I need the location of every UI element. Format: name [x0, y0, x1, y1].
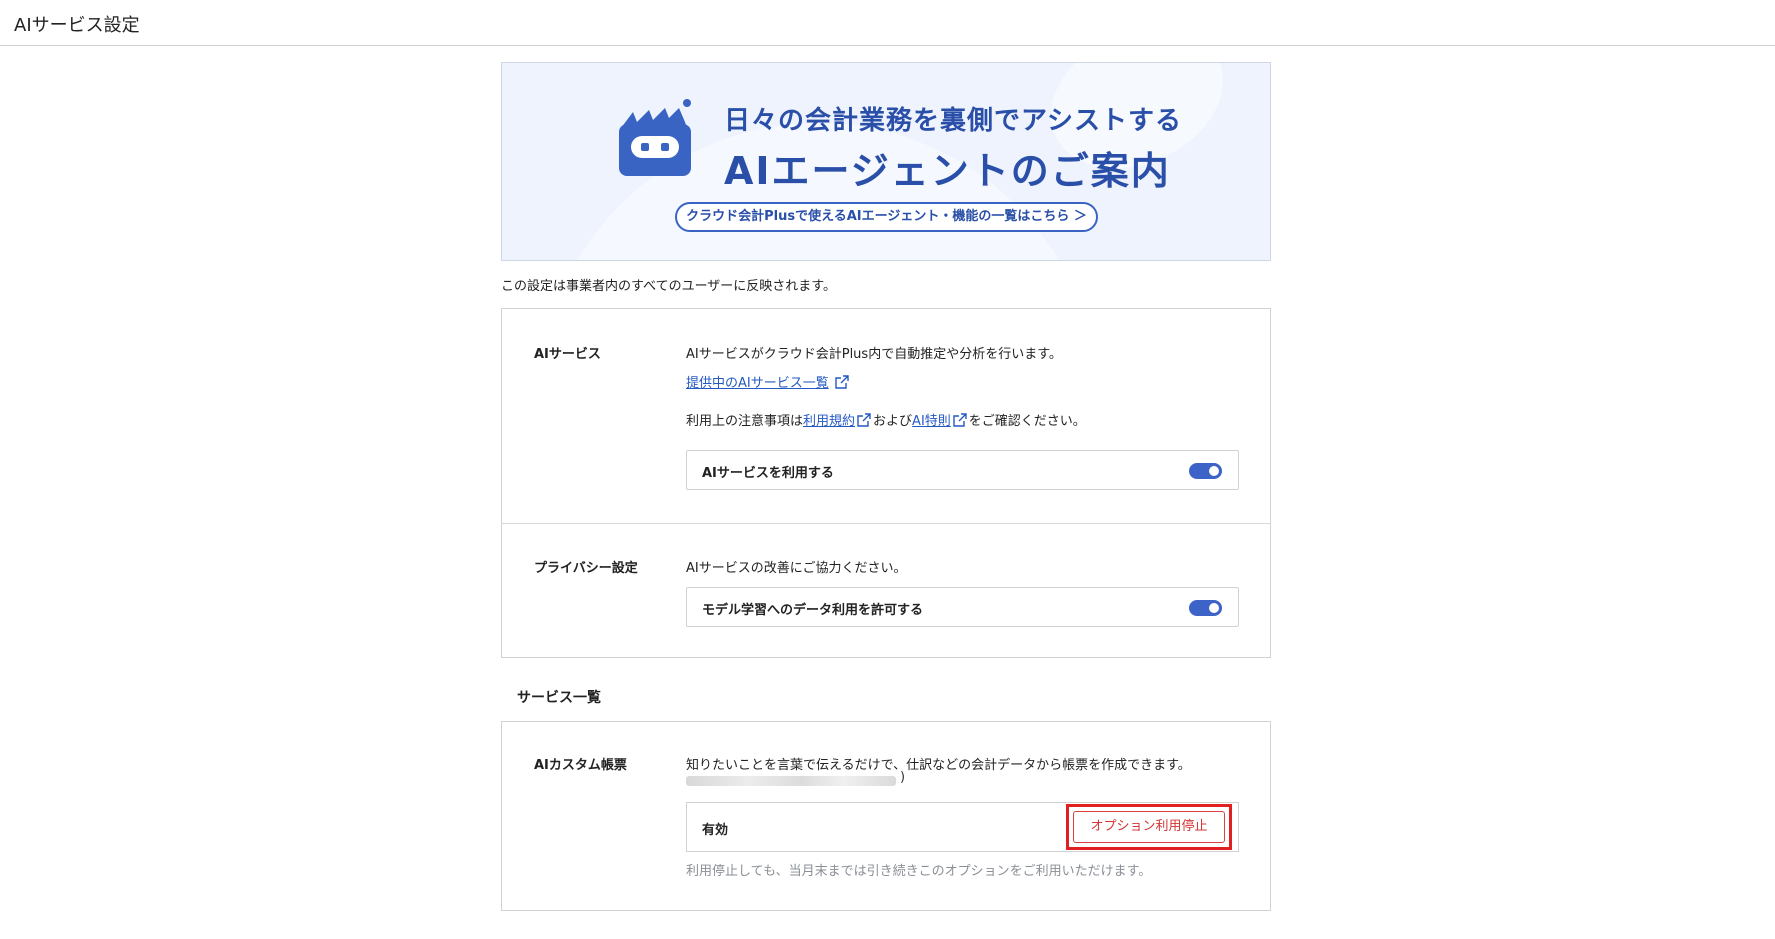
- redacted-text: [686, 776, 896, 786]
- banner-headline: 日々の会計業務を裏側でアシストする: [724, 106, 1182, 136]
- ai-service-toggle-label: AIサービスを利用する: [702, 466, 834, 481]
- ai-service-toggle[interactable]: [1189, 463, 1222, 479]
- service-description: 知りたいことを言葉で伝えるだけで、仕訳などの会計データから帳票を作成できます。: [686, 758, 1191, 773]
- ai-special-terms-link[interactable]: AI特則: [912, 414, 951, 429]
- service-list-title: サービス一覧: [517, 690, 601, 706]
- ai-service-toggle-row: AIサービスを利用する: [686, 450, 1239, 490]
- top-bar: AIサービス設定: [0, 0, 1775, 46]
- service-status-row: 有効 オプション利用停止: [686, 802, 1239, 852]
- ai-service-list-link[interactable]: 提供中のAIサービス一覧: [686, 376, 829, 391]
- robot-mascot-icon: [619, 99, 691, 176]
- ai-service-label: AIサービス: [534, 347, 601, 362]
- external-link-icon: [835, 375, 849, 389]
- terms-mid: および: [873, 414, 913, 429]
- terms-prefix: 利用上の注意事項は: [686, 414, 804, 429]
- service-name: AIカスタム帳票: [534, 758, 627, 773]
- page-title: AIサービス設定: [14, 15, 140, 36]
- ai-service-list-row: 提供中のAIサービス一覧: [686, 372, 851, 391]
- section-divider: [502, 523, 1270, 524]
- redacted-paren: ): [900, 770, 906, 785]
- terms-suffix: をご確認ください。: [968, 414, 1086, 429]
- privacy-toggle-label: モデル学習へのデータ利用を許可する: [702, 603, 924, 618]
- external-link-icon: [857, 413, 871, 427]
- privacy-label: プライバシー設定: [534, 561, 638, 576]
- external-link-icon: [953, 413, 967, 427]
- model-training-toggle[interactable]: [1189, 600, 1222, 616]
- ai-service-description: AIサービスがクラウド会計Plus内で自動推定や分析を行います。: [686, 347, 1062, 362]
- privacy-description: AIサービスの改善にご協力ください。: [686, 561, 907, 576]
- toggle-knob: [1209, 603, 1219, 613]
- service-card: AIカスタム帳票 知りたいことを言葉で伝えるだけで、仕訳などの会計データから帳票…: [501, 721, 1271, 911]
- terms-link[interactable]: 利用規約: [803, 414, 855, 429]
- terms-row: 利用上の注意事項は利用規約 およびAI特則 をご確認ください。: [686, 410, 1086, 429]
- toggle-knob: [1209, 466, 1219, 476]
- privacy-toggle-row: モデル学習へのデータ利用を許可する: [686, 587, 1239, 627]
- settings-note: この設定は事業者内のすべてのユーザーに反映されます。: [501, 279, 837, 294]
- banner-subheadline: AIエージェントのご案内: [724, 149, 1171, 193]
- ai-agent-banner[interactable]: 日々の会計業務を裏側でアシストする AIエージェントのご案内 クラウド会計Plu…: [501, 62, 1271, 261]
- stop-option-button[interactable]: オプション利用停止: [1073, 811, 1225, 843]
- highlight-box: オプション利用停止: [1066, 804, 1232, 850]
- service-status: 有効: [702, 823, 729, 838]
- agent-list-link-button[interactable]: クラウド会計Plusで使えるAIエージェント・機能の一覧はこちら ＞: [675, 202, 1098, 232]
- stop-hint: 利用停止しても、当月末までは引き続きこのオプションをご利用いただけます。: [686, 864, 1152, 879]
- main-content: 日々の会計業務を裏側でアシストする AIエージェントのご案内 クラウド会計Plu…: [501, 62, 1271, 911]
- settings-card: AIサービス AIサービスがクラウド会計Plus内で自動推定や分析を行います。 …: [501, 308, 1271, 658]
